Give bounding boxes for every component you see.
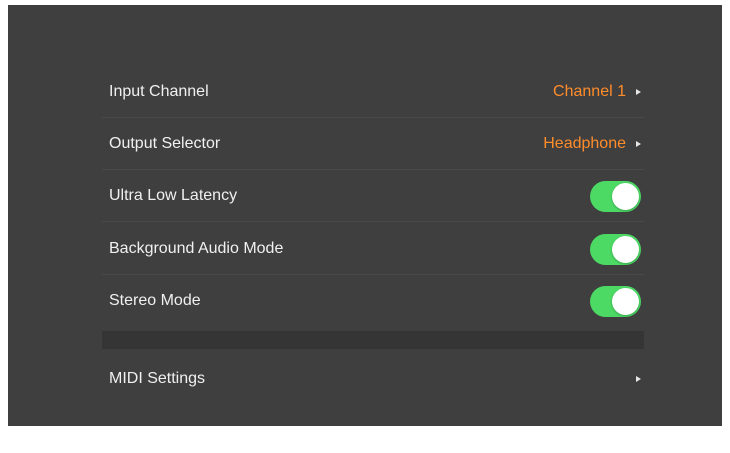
background-audio-mode-row: Background Audio Mode (102, 223, 644, 275)
section-divider (102, 331, 644, 349)
midi-settings-row[interactable]: MIDI Settings (102, 353, 644, 405)
chevron-right-icon (636, 89, 641, 95)
stereo-mode-toggle[interactable] (590, 285, 641, 317)
settings-panel: Input Channel Channel 1 Output Selector … (8, 5, 722, 426)
ultra-low-latency-toggle[interactable] (590, 180, 641, 212)
ultra-low-latency-label: Ultra Low Latency (109, 187, 238, 204)
chevron-right-icon (636, 141, 641, 147)
stereo-mode-row: Stereo Mode (102, 275, 644, 327)
ultra-low-latency-row: Ultra Low Latency (102, 170, 644, 222)
background-audio-mode-label: Background Audio Mode (109, 240, 284, 257)
output-selector-label: Output Selector (109, 135, 221, 152)
toggle-knob (612, 182, 639, 210)
midi-settings-label: MIDI Settings (109, 370, 206, 387)
input-channel-label: Input Channel (109, 83, 209, 100)
toggle-knob (612, 287, 639, 315)
background-audio-mode-toggle[interactable] (590, 233, 641, 265)
output-selector-value: Headphone (543, 135, 626, 152)
output-selector-row[interactable]: Output Selector Headphone (102, 118, 644, 170)
input-channel-value: Channel 1 (553, 83, 626, 100)
input-channel-row[interactable]: Input Channel Channel 1 (102, 66, 644, 118)
stereo-mode-label: Stereo Mode (109, 292, 201, 309)
chevron-right-icon (636, 376, 641, 382)
row-separator (102, 221, 644, 222)
toggle-knob (612, 235, 639, 263)
input-channel-picker[interactable]: Channel 1 (553, 83, 644, 101)
output-selector-picker[interactable]: Headphone (543, 135, 644, 153)
